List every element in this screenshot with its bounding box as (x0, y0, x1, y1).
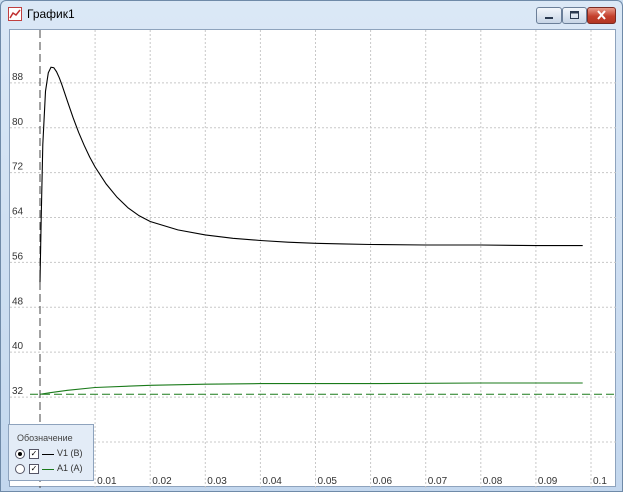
x-tick-label: 0.1 (593, 476, 607, 487)
y-tick-label: 80 (12, 117, 24, 128)
legend-item-v1[interactable]: ✓ V1 (B) (15, 448, 93, 460)
legend-label-a1: A1 (A) (57, 463, 83, 473)
y-tick-label: 32 (12, 386, 24, 397)
y-tick-label: 40 (12, 341, 24, 352)
legend-swatch-v1 (42, 454, 54, 455)
x-tick-label: 0.01 (97, 476, 117, 487)
maximize-icon (570, 11, 579, 19)
x-tick-label: 0.02 (152, 476, 172, 487)
series-line-a1 (39, 382, 583, 395)
y-tick-label: 56 (12, 251, 24, 262)
y-tick-label: 48 (12, 296, 24, 307)
title-bar[interactable]: График1 (1, 1, 622, 27)
legend-panel: Обозначение ✓ V1 (B) ✓ A1 (A) (8, 424, 94, 481)
y-tick-label: 88 (12, 72, 24, 83)
legend-radio-a1[interactable] (15, 464, 25, 474)
y-tick-label: 64 (12, 207, 24, 218)
x-tick-label: 0.04 (262, 476, 282, 487)
series-line-v1 (39, 66, 583, 283)
minimize-icon (545, 17, 553, 19)
x-tick-label: 0.03 (207, 476, 227, 487)
chart-window: График1 0.01 0.02 0.03 0.04 0.05 0.06 0.07 0.08… (0, 0, 623, 492)
legend-label-v1: V1 (B) (57, 448, 83, 458)
legend-swatch-a1 (42, 469, 54, 470)
line-chart: 0.010.020.030.040.050.060.070.080.090.12… (10, 30, 617, 488)
legend-checkbox-v1[interactable]: ✓ (29, 449, 39, 459)
x-tick-label: 0.09 (538, 476, 558, 487)
maximize-button[interactable] (562, 7, 587, 24)
window-title: График1 (27, 7, 75, 21)
x-tick-label: 0.08 (483, 476, 503, 487)
legend-item-a1[interactable]: ✓ A1 (A) (15, 463, 93, 475)
x-tick-label: 0.06 (373, 476, 393, 487)
close-icon (597, 10, 606, 20)
legend-title: Обозначение (17, 433, 73, 443)
x-tick-label: 0.07 (428, 476, 448, 487)
y-tick-label: 72 (12, 162, 24, 173)
legend-checkbox-a1[interactable]: ✓ (29, 464, 39, 474)
x-tick-label: 0.05 (318, 476, 338, 487)
minimize-button[interactable] (536, 7, 562, 24)
legend-radio-v1[interactable] (15, 449, 25, 459)
plot-area[interactable]: 0.010.020.030.040.050.060.070.080.090.12… (9, 29, 617, 488)
chart-icon (8, 7, 22, 21)
close-button[interactable] (587, 7, 616, 24)
